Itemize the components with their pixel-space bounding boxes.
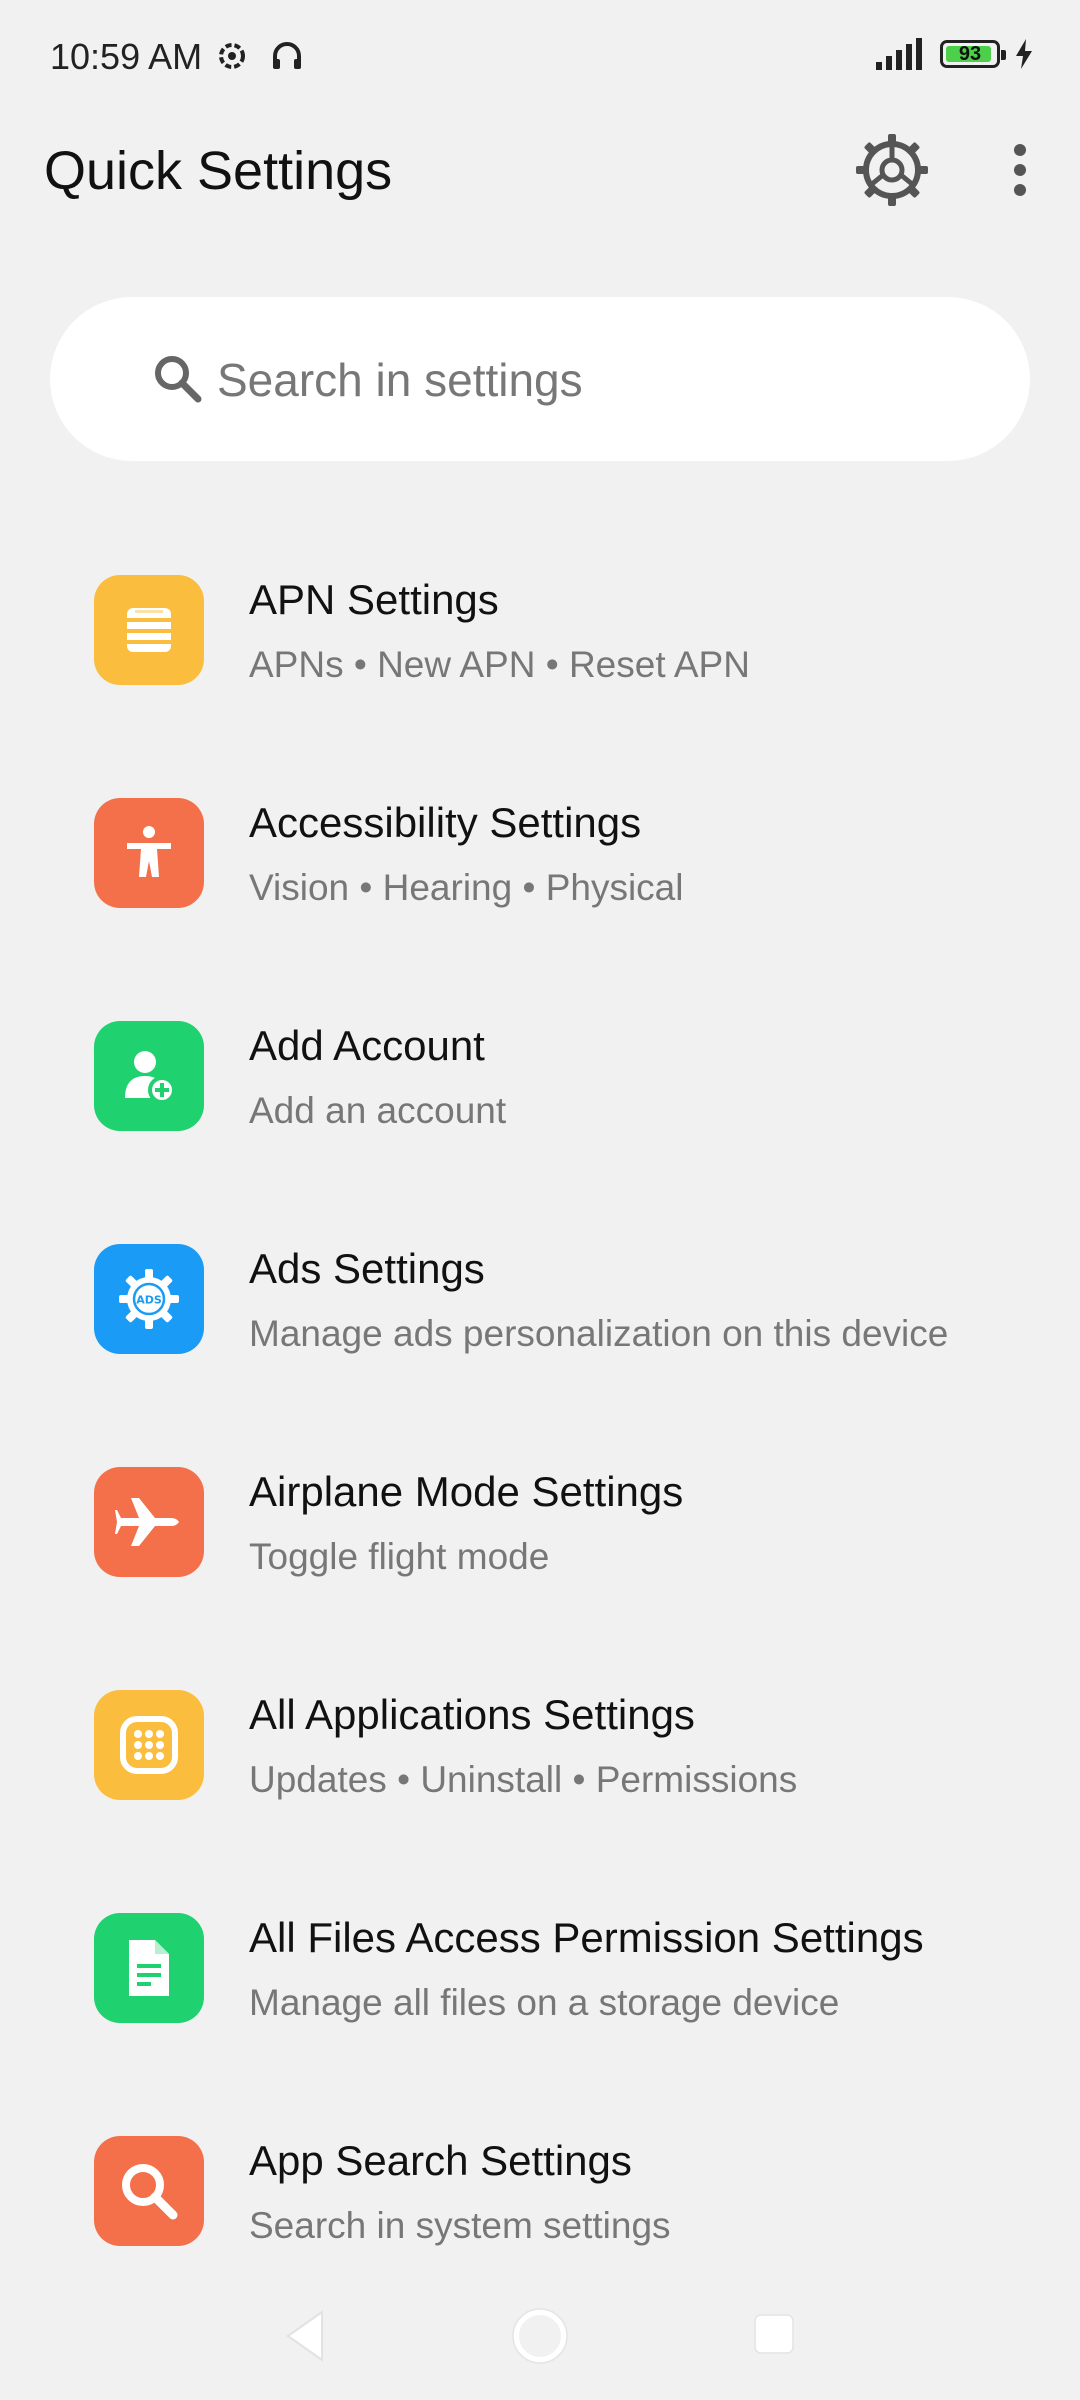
- item-title: Airplane Mode Settings: [249, 1468, 684, 1515]
- item-icon-tile: [94, 2136, 204, 2246]
- item-title: App Search Settings: [249, 2137, 632, 2184]
- item-icon-tile: [94, 1913, 204, 2023]
- item-icon-tile: [94, 575, 204, 685]
- settings-item-add-account[interactable]: Add Account Add an account: [0, 966, 1080, 1189]
- airplane-icon: [115, 1498, 179, 1546]
- battery-level: 93: [958, 42, 982, 65]
- navigation-bar: [0, 2270, 1080, 2400]
- add-account-icon: [125, 1051, 176, 1104]
- item-icon-tile: [94, 1690, 204, 1800]
- item-subtitle: Manage all files on a storage device: [249, 1982, 840, 2023]
- headphones-notification-icon: [273, 42, 301, 69]
- file-document-icon: [129, 1940, 169, 1996]
- item-icon-tile: [94, 1467, 204, 1577]
- item-title: Accessibility Settings: [249, 799, 642, 846]
- home-icon[interactable]: [512, 2308, 568, 2364]
- battery-tip: [1001, 50, 1006, 60]
- search-input[interactable]: [215, 339, 979, 421]
- item-title: Ads Settings: [249, 1245, 485, 1292]
- item-subtitle: Vision • Hearing • Physical: [249, 867, 684, 908]
- item-subtitle: Search in system settings: [249, 2205, 671, 2246]
- status-system-icons: 93: [876, 38, 1034, 70]
- settings-item-ads[interactable]: ADS Ads Settings Manage ads personalizat…: [0, 1189, 1080, 1412]
- item-icon-tile: ADS: [94, 1244, 204, 1354]
- app-header: Quick Settings: [0, 110, 1080, 240]
- apps-grid-icon: [120, 1716, 178, 1774]
- settings-item-all-files-access[interactable]: All Files Access Permission Settings Man…: [0, 1858, 1080, 2081]
- settings-item-airplane-mode[interactable]: Airplane Mode Settings Toggle flight mod…: [0, 1412, 1080, 1635]
- status-notification-icons: [214, 38, 304, 74]
- ads-icon-label: ADS: [136, 1294, 162, 1307]
- battery-icon: 93: [940, 40, 1006, 68]
- item-subtitle: Add an account: [249, 1090, 507, 1131]
- item-title: All Files Access Permission Settings: [249, 1914, 924, 1961]
- accessibility-person-icon: [127, 826, 171, 877]
- status-bar: 10:59 AM 93: [0, 0, 1080, 110]
- app-search-icon: [122, 2164, 178, 2220]
- page-title: Quick Settings: [44, 141, 393, 201]
- item-icon-tile: [94, 798, 204, 908]
- settings-list: APN Settings APNs • New APN • Reset APN …: [0, 520, 1080, 2304]
- more-options-icon[interactable]: [1000, 140, 1040, 200]
- item-subtitle: Updates • Uninstall • Permissions: [249, 1759, 798, 1800]
- settings-item-apn[interactable]: APN Settings APNs • New APN • Reset APN: [0, 520, 1080, 743]
- item-title: Add Account: [249, 1022, 485, 1069]
- item-subtitle: APNs • New APN • Reset APN: [249, 644, 750, 685]
- item-subtitle: Toggle flight mode: [249, 1536, 550, 1577]
- item-title: APN Settings: [249, 576, 499, 623]
- search-icon: [155, 356, 202, 403]
- charging-bolt-icon: [1016, 39, 1032, 69]
- item-title: All Applications Settings: [249, 1691, 695, 1738]
- apn-list-icon: [127, 608, 171, 652]
- gear-icon[interactable]: [852, 130, 932, 210]
- item-icon-tile: [94, 1021, 204, 1131]
- recent-apps-icon[interactable]: [752, 2312, 796, 2356]
- settings-item-all-applications[interactable]: All Applications Settings Updates • Unin…: [0, 1635, 1080, 1858]
- settings-notification-icon: [219, 43, 245, 69]
- back-icon[interactable]: [280, 2308, 330, 2364]
- signal-icon: [876, 38, 922, 70]
- settings-item-accessibility[interactable]: Accessibility Settings Vision • Hearing …: [0, 743, 1080, 966]
- item-subtitle: Manage ads personalization on this devic…: [249, 1313, 949, 1354]
- ads-gear-icon: ADS: [119, 1269, 179, 1329]
- status-time: 10:59 AM: [50, 36, 203, 77]
- search-box[interactable]: [50, 297, 1030, 461]
